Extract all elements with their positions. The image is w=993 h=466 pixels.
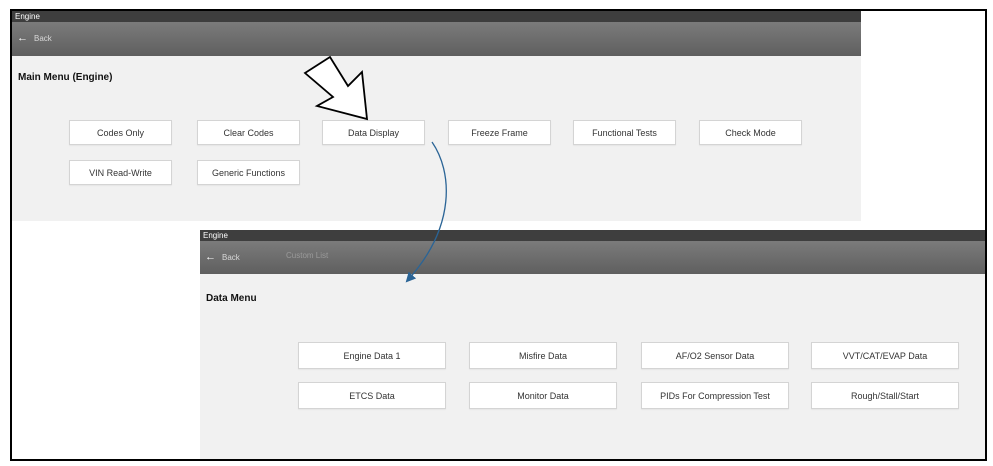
- functional-tests-button[interactable]: Functional Tests: [573, 120, 676, 145]
- rough-stall-start-button[interactable]: Rough/Stall/Start: [811, 382, 959, 409]
- toolbar: ← Back: [12, 22, 861, 56]
- back-button[interactable]: ← Back: [17, 32, 52, 44]
- page-title: Data Menu: [206, 293, 257, 304]
- data-display-button[interactable]: Data Display: [322, 120, 425, 145]
- freeze-frame-button[interactable]: Freeze Frame: [448, 120, 551, 145]
- pids-for-compression-test-button[interactable]: PIDs For Compression Test: [641, 382, 789, 409]
- data-menu-screen: Engine ← Back Custom List Data Menu Engi…: [200, 230, 985, 459]
- vvt-cat-evap-data-button[interactable]: VVT/CAT/EVAP Data: [811, 342, 959, 369]
- page-title: Main Menu (Engine): [18, 72, 113, 83]
- back-arrow-icon: ←: [17, 32, 28, 44]
- generic-functions-button[interactable]: Generic Functions: [197, 160, 300, 185]
- breadcrumb-custom-list[interactable]: Custom List: [286, 251, 328, 260]
- window-title: Engine: [12, 11, 861, 22]
- af-o2-sensor-data-button[interactable]: AF/O2 Sensor Data: [641, 342, 789, 369]
- etcs-data-button[interactable]: ETCS Data: [298, 382, 446, 409]
- toolbar: ← Back Custom List: [200, 241, 985, 274]
- back-arrow-icon: ←: [205, 251, 216, 263]
- clear-codes-button[interactable]: Clear Codes: [197, 120, 300, 145]
- back-label: Back: [34, 33, 52, 43]
- back-button[interactable]: ← Back: [205, 251, 240, 263]
- back-label: Back: [222, 252, 240, 262]
- vin-read-write-button[interactable]: VIN Read-Write: [69, 160, 172, 185]
- engine-data-1-button[interactable]: Engine Data 1: [298, 342, 446, 369]
- window-title: Engine: [200, 230, 985, 241]
- monitor-data-button[interactable]: Monitor Data: [469, 382, 617, 409]
- check-mode-button[interactable]: Check Mode: [699, 120, 802, 145]
- figure-frame: Engine ← Back Main Menu (Engine) Codes O…: [10, 9, 987, 461]
- misfire-data-button[interactable]: Misfire Data: [469, 342, 617, 369]
- main-menu-screen: Engine ← Back Main Menu (Engine) Codes O…: [12, 11, 861, 221]
- codes-only-button[interactable]: Codes Only: [69, 120, 172, 145]
